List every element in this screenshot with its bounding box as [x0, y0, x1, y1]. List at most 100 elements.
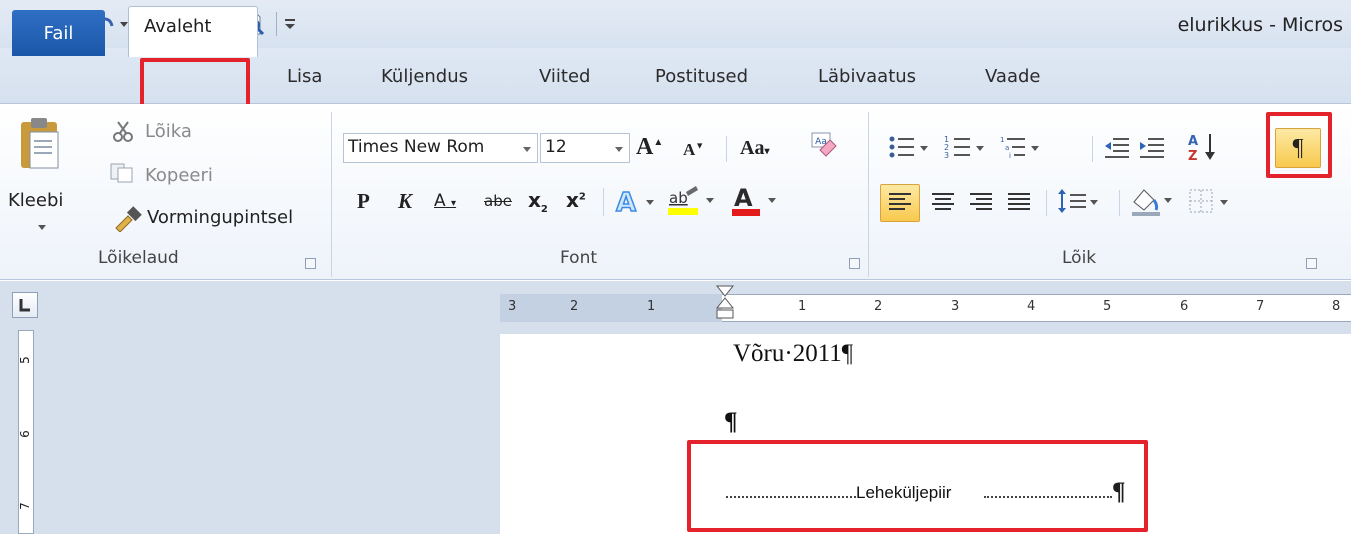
ruler-label: 2 — [570, 299, 579, 314]
ruler-label: 2 — [874, 299, 883, 314]
highlight-color-icon[interactable]: ab — [666, 184, 722, 223]
ruler-label: 4 — [1027, 299, 1036, 314]
justify-icon[interactable] — [1000, 184, 1038, 225]
clipboard-group-label: Lõikelaud — [98, 248, 179, 268]
tab-home[interactable]: Avaleht — [128, 6, 258, 57]
font-name-combo[interactable]: Times New Rom — [343, 133, 538, 163]
grow-font-button[interactable]: A▲ — [636, 134, 663, 161]
format-painter-icon — [112, 206, 142, 237]
paste-button[interactable]: Kleebi — [8, 190, 63, 211]
customize-qat-icon[interactable] — [280, 10, 300, 38]
scissors-icon — [112, 120, 134, 147]
subscript-label: x — [528, 188, 541, 212]
grow-font-label: A — [636, 134, 654, 160]
change-case-button[interactable]: Aa▾ — [740, 137, 769, 160]
ruler-label: 1 — [647, 299, 656, 314]
vruler-label-5: 5 — [17, 356, 32, 364]
paragraph-separator-3 — [1119, 190, 1120, 216]
tab-view[interactable]: Vaade — [985, 66, 1040, 87]
svg-text:A: A — [1188, 134, 1198, 149]
underline-button[interactable]: A ▾ — [434, 191, 456, 211]
font-size-combo[interactable]: 12 — [540, 133, 630, 163]
svg-text:A: A — [734, 184, 753, 212]
paste-dropdown-icon[interactable] — [37, 216, 47, 236]
change-case-label: Aa — [740, 137, 765, 159]
vertical-ruler[interactable]: 5 6 7 — [18, 330, 34, 534]
svg-text:A: A — [616, 188, 636, 218]
font-name-value: Times New Rom — [348, 137, 485, 157]
highlight-box-home-tab — [140, 58, 250, 108]
ruler-label: 3 — [508, 299, 517, 314]
doc-line-voru[interactable]: Võru·2011¶ — [733, 340, 853, 368]
text-effects-icon[interactable]: A — [614, 186, 658, 223]
ruler-label: 1 — [798, 299, 807, 314]
ruler-label: 7 — [1256, 299, 1265, 314]
svg-text:1: 1 — [1000, 136, 1004, 144]
format-painter-button[interactable]: Vormingupintsel — [147, 207, 293, 228]
font-launcher-icon[interactable] — [849, 258, 860, 269]
highlight-box-show-marks — [1266, 112, 1332, 178]
svg-text:ab: ab — [669, 189, 688, 207]
tab-home-label: Avaleht — [144, 16, 212, 37]
shading-icon[interactable] — [1128, 184, 1176, 223]
paste-icon[interactable] — [18, 116, 62, 191]
highlight-box-page-break — [687, 440, 1148, 532]
vruler-label-7: 7 — [17, 502, 32, 510]
tab-mailings[interactable]: Postitused — [655, 66, 748, 87]
group-separator — [331, 112, 332, 277]
italic-button[interactable]: K — [398, 189, 412, 214]
paragraph-separator-2 — [1046, 190, 1047, 216]
superscript-button[interactable]: x2 — [566, 188, 586, 212]
ruler-label: 6 — [1180, 299, 1189, 314]
doc-empty-paragraph-mark[interactable]: ¶ — [724, 408, 738, 436]
sort-icon[interactable]: AZ — [1186, 130, 1222, 169]
tab-insert[interactable]: Lisa — [287, 66, 322, 87]
indent-marker-icon[interactable] — [714, 284, 736, 335]
font-separator — [726, 136, 727, 162]
svg-text:a: a — [1005, 144, 1009, 152]
tab-review[interactable]: Läbivaatus — [818, 66, 916, 87]
tab-layout[interactable]: Küljendus — [381, 66, 468, 87]
align-left-button[interactable] — [880, 184, 920, 222]
clear-formatting-icon[interactable]: Aa — [808, 130, 838, 165]
window-title: elurikkus - Micros — [1177, 14, 1343, 36]
font-size-value: 12 — [545, 137, 567, 157]
shrink-font-button[interactable]: A▼ — [683, 140, 704, 160]
superscript-label: x — [566, 188, 579, 212]
copy-icon — [110, 163, 134, 188]
font-separator-2 — [603, 188, 604, 216]
group-separator-2 — [868, 112, 869, 277]
align-left-icon — [889, 193, 911, 210]
copy-button[interactable]: Kopeeri — [145, 165, 213, 186]
font-group-label: Font — [560, 248, 598, 268]
ruler-ticks: 3 2 1 1 2 3 4 5 6 7 8 — [500, 297, 1351, 319]
multilevel-list-icon[interactable]: 1ai — [1000, 134, 1044, 167]
ruler-label: 5 — [1103, 299, 1112, 314]
cut-button[interactable]: Lõika — [145, 121, 192, 142]
paragraph-launcher-icon[interactable] — [1306, 258, 1317, 269]
paragraph-separator — [1092, 136, 1093, 162]
underline-label: A — [434, 191, 446, 211]
ruler-label: 3 — [951, 299, 960, 314]
clipboard-launcher-icon[interactable] — [305, 258, 316, 269]
tab-references[interactable]: Viited — [539, 66, 590, 87]
decrease-indent-icon[interactable] — [1103, 135, 1131, 166]
svg-text:3: 3 — [944, 151, 949, 160]
vruler-label-6: 6 — [17, 430, 32, 438]
paragraph-group-label: Lõik — [1062, 248, 1097, 268]
line-spacing-icon[interactable] — [1056, 186, 1102, 223]
svg-text:i: i — [1009, 152, 1011, 160]
align-center-icon[interactable] — [924, 184, 962, 225]
tab-selector-icon[interactable] — [12, 292, 38, 318]
svg-text:Z: Z — [1188, 149, 1197, 164]
borders-icon[interactable] — [1186, 186, 1234, 223]
tab-file[interactable]: Fail — [12, 10, 105, 56]
strikethrough-button[interactable]: abe — [484, 192, 512, 210]
numbering-icon[interactable]: 123 — [944, 134, 988, 167]
align-right-icon[interactable] — [962, 184, 1000, 225]
increase-indent-icon[interactable] — [1138, 135, 1166, 166]
subscript-button[interactable]: x2 — [528, 188, 548, 215]
bold-button[interactable]: P — [357, 189, 370, 214]
font-color-icon[interactable]: A — [730, 184, 782, 223]
bullets-icon[interactable] — [888, 134, 932, 167]
